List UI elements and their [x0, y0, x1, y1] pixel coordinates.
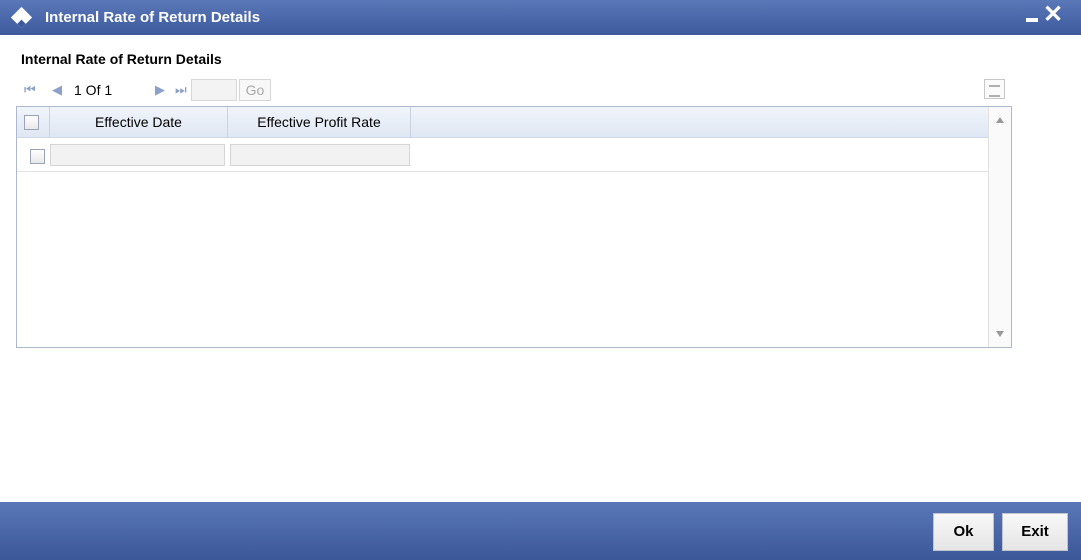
scroll-down-icon[interactable] [996, 331, 1004, 337]
column-settings-icon[interactable] [984, 79, 1005, 99]
window-titlebar: Internal Rate of Return Details ✕ [0, 0, 1081, 35]
window-icon [10, 6, 33, 29]
first-page-icon[interactable]: ⏮ [24, 83, 36, 97]
select-all-checkbox[interactable] [24, 115, 39, 130]
exit-button[interactable]: Exit [1002, 513, 1068, 551]
grid-toolbar: ⏮ ◀ 1 Of 1 ▶ ⏭ Go [16, 77, 1012, 103]
column-effective-date[interactable]: Effective Date [50, 107, 228, 138]
effective-profit-rate-field[interactable] [230, 144, 410, 166]
column-effective-profit-rate[interactable]: Effective Profit Rate [228, 107, 411, 138]
details-grid: Effective Date Effective Profit Rate [16, 106, 1012, 348]
page-indicator: 1 Of 1 [74, 82, 113, 98]
page-number-input[interactable] [191, 79, 237, 101]
minimize-icon[interactable] [1026, 18, 1038, 22]
scroll-up-icon[interactable] [996, 117, 1004, 123]
last-page-icon[interactable]: ⏭ [175, 83, 187, 97]
row-select-checkbox[interactable] [30, 149, 45, 164]
effective-date-field[interactable] [50, 144, 225, 166]
ok-button[interactable]: Ok [933, 513, 994, 551]
table-row [17, 139, 988, 172]
next-page-icon[interactable]: ▶ [155, 83, 167, 97]
dialog-footer: Ok Exit [0, 502, 1081, 560]
close-icon[interactable]: ✕ [1043, 3, 1063, 27]
window-title: Internal Rate of Return Details [45, 9, 261, 26]
section-title: Internal Rate of Return Details [21, 51, 222, 67]
vertical-scrollbar[interactable] [988, 107, 1011, 347]
header-select-cell [17, 107, 50, 138]
go-button[interactable]: Go [239, 79, 271, 101]
previous-page-icon[interactable]: ◀ [52, 83, 64, 97]
grid-header: Effective Date Effective Profit Rate [17, 107, 988, 138]
